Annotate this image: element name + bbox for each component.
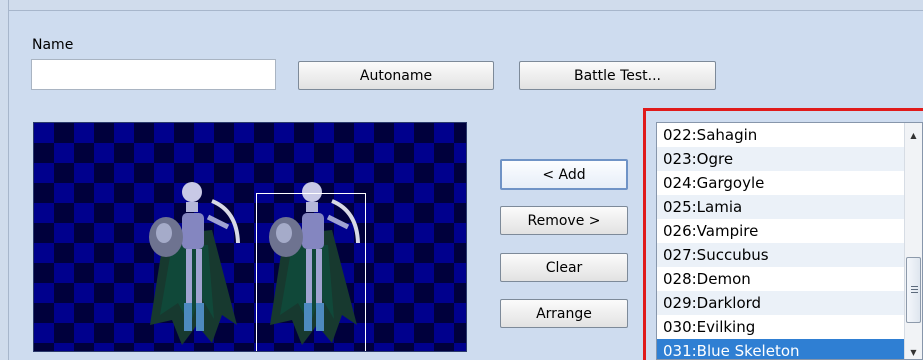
- window-top-border: [0, 0, 923, 11]
- list-item[interactable]: 030:Evilking: [657, 315, 922, 339]
- troop-preview-canvas[interactable]: [33, 122, 467, 352]
- autoname-button[interactable]: Autoname: [298, 61, 494, 90]
- battle-test-button[interactable]: Battle Test...: [519, 61, 716, 90]
- window-left-border: [0, 0, 9, 360]
- list-item[interactable]: 029:Darklord: [657, 291, 922, 315]
- scroll-thumb[interactable]: [906, 257, 921, 323]
- list-item[interactable]: 026:Vampire: [657, 219, 922, 243]
- vertical-scrollbar[interactable]: ▲ ▼: [904, 123, 922, 359]
- add-button[interactable]: < Add: [500, 159, 628, 190]
- thumb-grip-line: [911, 289, 918, 290]
- thumb-grip-line: [911, 292, 918, 293]
- enemy-listbox[interactable]: 022:Sahagin 023:Ogre 024:Gargoyle 025:La…: [656, 122, 923, 360]
- scroll-down-arrow-icon[interactable]: ▼: [905, 344, 922, 359]
- remove-button[interactable]: Remove >: [500, 206, 628, 235]
- selected-enemy-frame: [256, 193, 366, 351]
- clear-button[interactable]: Clear: [500, 253, 628, 282]
- list-item[interactable]: 022:Sahagin: [657, 123, 922, 147]
- arrange-button[interactable]: Arrange: [500, 299, 628, 328]
- scroll-up-arrow-icon[interactable]: ▲: [905, 127, 922, 144]
- list-item[interactable]: 028:Demon: [657, 267, 922, 291]
- list-item[interactable]: 025:Lamia: [657, 195, 922, 219]
- list-item-selected[interactable]: 031:Blue Skeleton: [657, 339, 922, 359]
- name-input[interactable]: [31, 59, 276, 90]
- skeleton-enemy-sprite[interactable]: [142, 175, 252, 352]
- name-label: Name: [32, 37, 74, 53]
- list-item[interactable]: 023:Ogre: [657, 147, 922, 171]
- thumb-grip-line: [911, 286, 918, 287]
- list-item[interactable]: 027:Succubus: [657, 243, 922, 267]
- list-item[interactable]: 024:Gargoyle: [657, 171, 922, 195]
